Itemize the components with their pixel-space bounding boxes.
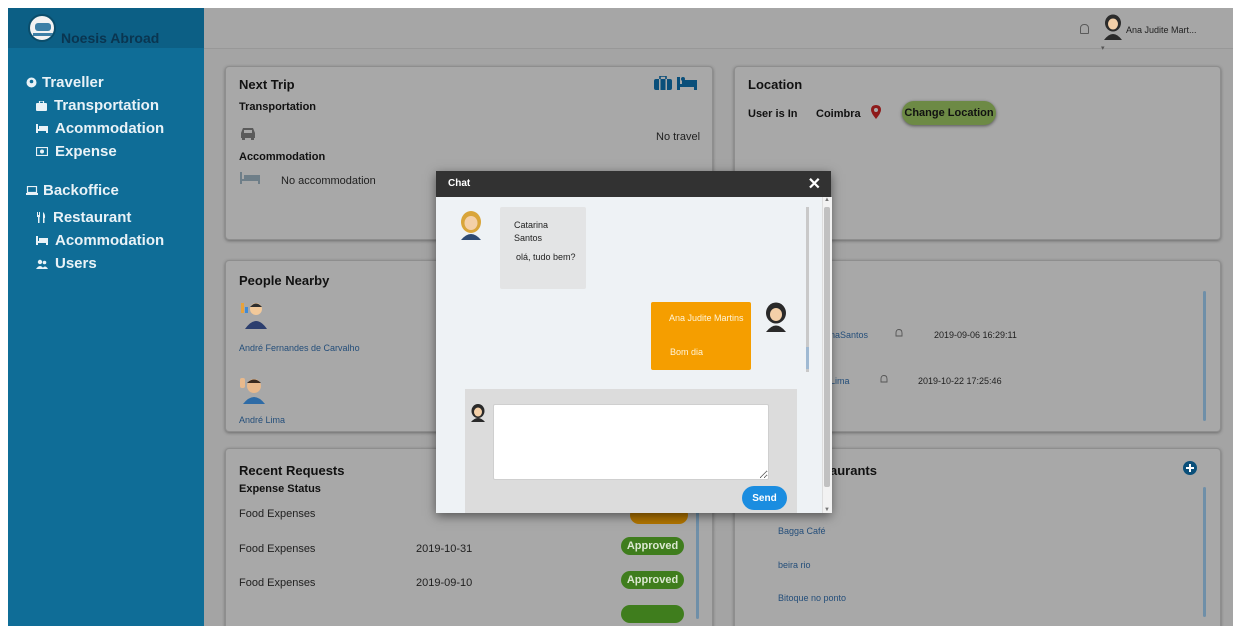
sidebar: Noesis Abroad Traveller Transportation A… [8,8,204,626]
brand-logo [28,14,56,42]
person-avatar[interactable] [239,299,267,329]
map-marker-icon [26,77,37,88]
sidebar-section-backoffice[interactable]: Backoffice [26,182,119,199]
briefcase-icon [654,76,672,90]
add-icon[interactable] [1183,461,1197,475]
person-avatar[interactable] [239,374,267,404]
sidebar-item-acommodation-backoffice[interactable]: Acommodation [36,232,164,249]
message-sender-link[interactable]: naSantos [830,330,868,340]
user-avatar [471,404,485,422]
request-type: Food Expenses [239,577,316,589]
chat-messages-scrollbar[interactable] [806,207,809,372]
chat-body: Catarina Santos olá, tudo bem? Ana Judit… [436,197,822,513]
money-icon [36,147,48,156]
map-marker-icon [871,105,881,119]
message-text: olá, tudo bem? [516,252,576,262]
restaurants-scrollbar[interactable] [1203,487,1206,617]
message-sender: Ana Judite Martins [669,313,744,323]
briefcase-icon [36,100,47,111]
sender-avatar [461,211,481,240]
chat-title: Chat [448,178,471,189]
person-name-link[interactable]: André Lima [239,415,285,425]
request-type: Food Expenses [239,508,316,520]
message-datetime: 2019-09-06 16:29:11 [934,330,1017,340]
sidebar-section-traveller[interactable]: Traveller [26,74,104,91]
recent-requests-title: Recent Requests [239,463,345,478]
status-badge [621,605,684,623]
user-is-in-label: User is In [748,108,798,120]
incoming-message: Catarina Santos olá, tudo bem? [500,207,586,289]
sidebar-item-label: Transportation [54,97,160,114]
message-text: Bom dia [670,347,704,357]
next-trip-title: Next Trip [239,77,295,92]
utensils-icon [37,212,46,223]
outgoing-message: Ana Judite Martins Bom dia [651,302,751,370]
message-sender: Catarina Santos [514,220,549,243]
message-input[interactable] [493,404,769,480]
bell-icon [880,375,888,383]
sidebar-section-label: Backoffice [43,182,119,199]
sidebar-item-transportation[interactable]: Transportation [36,97,159,114]
brand-name: Noesis Abroad [61,30,160,46]
topbar [204,8,1233,49]
requests-scrollbar[interactable] [696,509,699,619]
no-travel-text: No travel [656,131,701,143]
user-avatar[interactable] [1102,14,1124,40]
user-name[interactable]: Ana Judite Mart... [1126,25,1197,35]
no-accommodation-text: No accommodation [281,175,376,187]
bell-icon [895,329,903,337]
request-date: 2019-09-10 [416,577,473,589]
expense-status-label: Expense Status [239,483,321,495]
people-nearby-title: People Nearby [239,273,330,288]
chat-scrollbar[interactable]: ▲ ▼ [822,197,832,513]
change-location-button[interactable]: Change Location [902,101,996,125]
brand[interactable]: Noesis Abroad [8,8,204,48]
restaurant-link[interactable]: Bitoque no ponto [778,593,846,603]
request-date: 2019-10-31 [416,543,473,555]
app-root: Noesis Abroad Traveller Transportation A… [8,8,1233,626]
user-avatar [766,302,786,332]
location-title: Location [748,77,803,92]
sidebar-item-acommodation[interactable]: Acommodation [36,120,164,137]
sidebar-item-label: Restaurant [53,209,132,226]
chat-header: Chat ✕ [436,171,831,197]
users-icon [36,259,48,269]
transportation-label: Transportation [239,101,317,113]
person-name-link[interactable]: André Fernandes de Carvalho [239,343,360,353]
chat-modal: Chat ✕ Catarina Santos olá, tudo bem? An… [436,171,832,513]
sidebar-item-restaurant[interactable]: Restaurant [36,209,131,226]
sidebar-item-expense[interactable]: Expense [36,143,117,160]
bed-icon [36,236,48,245]
city-name: Coimbra [816,108,861,120]
bed-icon [36,124,48,133]
sidebar-item-label: Acommodation [55,120,165,137]
bed-icon [240,172,260,184]
messages-scrollbar[interactable] [1203,291,1206,421]
status-badge: Approved [621,571,684,589]
sidebar-item-label: Users [55,255,97,272]
restaurant-link[interactable]: Bagga Café [778,526,826,536]
message-sender-link[interactable]: Lima [830,376,850,386]
bed-icon [677,77,697,90]
car-icon [241,128,255,140]
close-icon[interactable]: ✕ [808,174,821,194]
sidebar-item-users[interactable]: Users [36,255,97,272]
sidebar-item-label: Acommodation [55,232,165,249]
sidebar-section-label: Traveller [42,74,104,91]
send-button[interactable]: Send [742,486,787,510]
status-badge: Approved [621,537,684,555]
laptop-icon [26,186,38,195]
compose-area: Send [465,389,797,513]
restaurant-link[interactable]: beira rio [778,560,811,570]
bell-icon[interactable] [1080,24,1089,34]
sidebar-item-label: Expense [55,143,117,160]
chevron-down-icon[interactable]: ▾ [1101,44,1105,52]
accommodation-label: Accommodation [239,151,326,163]
request-type: Food Expenses [239,543,316,555]
restaurants-title: aurants [830,463,877,478]
message-datetime: 2019-10-22 17:25:46 [918,376,1002,386]
